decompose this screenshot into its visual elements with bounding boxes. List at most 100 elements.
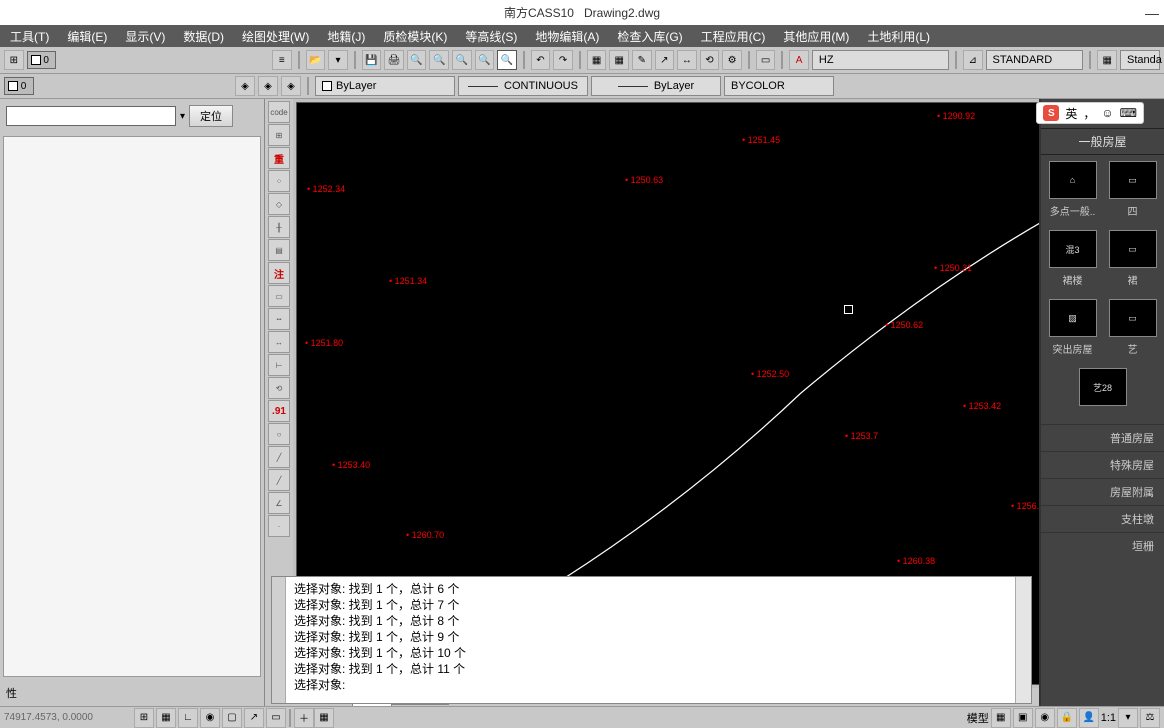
bylayer-dropdown[interactable]: ByLayer: [315, 76, 455, 96]
dimstyle-dropdown[interactable]: STANDARD: [986, 50, 1084, 70]
palette-category[interactable]: 普通房屋: [1041, 424, 1164, 451]
zhong-tool[interactable]: 重: [268, 147, 290, 169]
dim-icon[interactable]: ⊿: [963, 50, 983, 70]
menu-item[interactable]: 土地利用(L): [867, 28, 930, 45]
color-dropdown[interactable]: 0: [4, 77, 34, 95]
menu-item[interactable]: 地物编辑(A): [535, 28, 599, 45]
poly-tool[interactable]: ◇: [268, 193, 290, 215]
status-scale[interactable]: 1:1: [1101, 712, 1116, 724]
open-icon[interactable]: 📂: [306, 50, 326, 70]
sb-layout-icon[interactable]: ▦: [991, 708, 1011, 728]
window-min-icon[interactable]: —: [1145, 5, 1159, 21]
text-icon[interactable]: A: [789, 50, 809, 70]
cmd-grip[interactable]: [272, 577, 286, 703]
move-tool[interactable]: ↔: [268, 331, 290, 353]
rect-tool[interactable]: ▭: [268, 285, 290, 307]
ime-indicator[interactable]: S 英 ， ☺ ⌨: [1036, 102, 1144, 124]
layer-color-box[interactable]: 0: [27, 51, 56, 69]
more-icon[interactable]: ▾: [328, 50, 348, 70]
lineweight-dropdown[interactable]: ByLayer: [591, 76, 721, 96]
dots-tool[interactable]: ⁘: [268, 170, 290, 192]
palette-item[interactable]: ▭艺: [1109, 299, 1157, 356]
ime-face-icon[interactable]: ☺: [1101, 106, 1113, 120]
layer-tool3-icon[interactable]: ◈: [281, 76, 301, 96]
line-tool[interactable]: ╱: [268, 446, 290, 468]
list-icon[interactable]: ≡: [272, 50, 292, 70]
zoom-in-icon[interactable]: 🔍: [452, 50, 472, 70]
zoom-ext-icon[interactable]: 🔍: [475, 50, 495, 70]
cmd-scrollbar[interactable]: [1015, 577, 1031, 703]
sb-ann-icon[interactable]: ⚖: [1140, 708, 1160, 728]
left-bottom-tab[interactable]: 性: [0, 680, 264, 706]
menu-item[interactable]: 显示(V): [125, 28, 165, 45]
snap-icon[interactable]: ⊞: [134, 708, 154, 728]
menu-item[interactable]: 其他应用(M): [783, 28, 849, 45]
left-tree[interactable]: [3, 136, 261, 677]
dyn-icon[interactable]: ▭: [266, 708, 286, 728]
locate-input[interactable]: [6, 106, 176, 126]
find-icon[interactable]: 🔍: [407, 50, 427, 70]
tablestyle-dropdown[interactable]: Standa: [1120, 50, 1160, 70]
point-tool[interactable]: ·: [268, 515, 290, 537]
plotstyle-dropdown[interactable]: BYCOLOR: [724, 76, 834, 96]
grid-tool[interactable]: ⊞: [268, 124, 290, 146]
dim-tool[interactable]: ⊢: [268, 354, 290, 376]
table2-icon[interactable]: ▦: [1097, 50, 1117, 70]
palette-category[interactable]: 支柱墩: [1041, 505, 1164, 532]
menu-item[interactable]: 编辑(E): [67, 28, 107, 45]
menu-item[interactable]: 工具(T): [10, 28, 49, 45]
palette-item[interactable]: ▭四: [1109, 161, 1157, 218]
sb-plus-icon[interactable]: ＋: [294, 708, 314, 728]
arrow2-icon[interactable]: ↔: [677, 50, 697, 70]
palette-item[interactable]: ▨突出房屋: [1049, 299, 1097, 356]
osnap-icon[interactable]: ▢: [222, 708, 242, 728]
zhu-tool[interactable]: 注: [268, 262, 290, 284]
grid-sb-icon[interactable]: ▦: [156, 708, 176, 728]
palette-item[interactable]: ⌂多点一般..: [1049, 161, 1097, 218]
linetype-dropdown[interactable]: CONTINUOUS: [458, 76, 588, 96]
palette-category[interactable]: 垣栅: [1041, 532, 1164, 559]
palette-category[interactable]: 房屋附属: [1041, 478, 1164, 505]
sb-person-icon[interactable]: 👤: [1079, 708, 1099, 728]
pen-icon[interactable]: ✎: [632, 50, 652, 70]
zoom-window-icon[interactable]: 🔍: [497, 50, 517, 70]
refresh-icon[interactable]: ⟲: [700, 50, 720, 70]
rot-tool[interactable]: ⟲: [268, 377, 290, 399]
print-icon[interactable]: 🖨: [384, 50, 404, 70]
angle-tool[interactable]: ∠: [268, 492, 290, 514]
toggle-icon[interactable]: ⊞: [4, 50, 24, 70]
scale-tool[interactable]: ▤: [268, 239, 290, 261]
dash-tool[interactable]: ┅: [268, 308, 290, 330]
line2-tool[interactable]: ╱: [268, 469, 290, 491]
polar-icon[interactable]: ◉: [200, 708, 220, 728]
num-tool[interactable]: .91: [268, 400, 290, 422]
menu-item[interactable]: 质检模块(K): [383, 28, 447, 45]
palette-item[interactable]: ▭裙: [1109, 230, 1157, 287]
palette-item[interactable]: 艺28: [1079, 368, 1127, 410]
ortho-icon[interactable]: ∟: [178, 708, 198, 728]
undo-icon[interactable]: ↶: [531, 50, 551, 70]
zoom-out-icon[interactable]: 🔍: [429, 50, 449, 70]
palette-item[interactable]: 混3裙楼: [1049, 230, 1097, 287]
save-icon[interactable]: 💾: [362, 50, 382, 70]
menu-item[interactable]: 工程应用(C): [701, 28, 766, 45]
menu-item[interactable]: 地籍(J): [327, 28, 365, 45]
ruler-tool[interactable]: ╫: [268, 216, 290, 238]
circle-tool[interactable]: ○: [268, 423, 290, 445]
status-space[interactable]: 模型: [967, 710, 989, 726]
layer-tool1-icon[interactable]: ◈: [235, 76, 255, 96]
layer-tool2-icon[interactable]: ◈: [258, 76, 278, 96]
textstyle-dropdown[interactable]: HZ: [812, 50, 949, 70]
redo-icon[interactable]: ↷: [553, 50, 573, 70]
layout-icon[interactable]: ▭: [756, 50, 776, 70]
menu-item[interactable]: 数据(D): [183, 28, 224, 45]
sb-scale-down-icon[interactable]: ▾: [1118, 708, 1138, 728]
grid-icon[interactable]: ▦: [609, 50, 629, 70]
sb-max-icon[interactable]: ▣: [1013, 708, 1033, 728]
menu-item[interactable]: 检查入库(G): [617, 28, 682, 45]
tool-icon[interactable]: ⚙: [722, 50, 742, 70]
track-icon[interactable]: ↗: [244, 708, 264, 728]
arrow1-icon[interactable]: ↗: [655, 50, 675, 70]
code-tool[interactable]: code: [268, 101, 290, 123]
ime-punct-icon[interactable]: ，: [1083, 105, 1095, 122]
